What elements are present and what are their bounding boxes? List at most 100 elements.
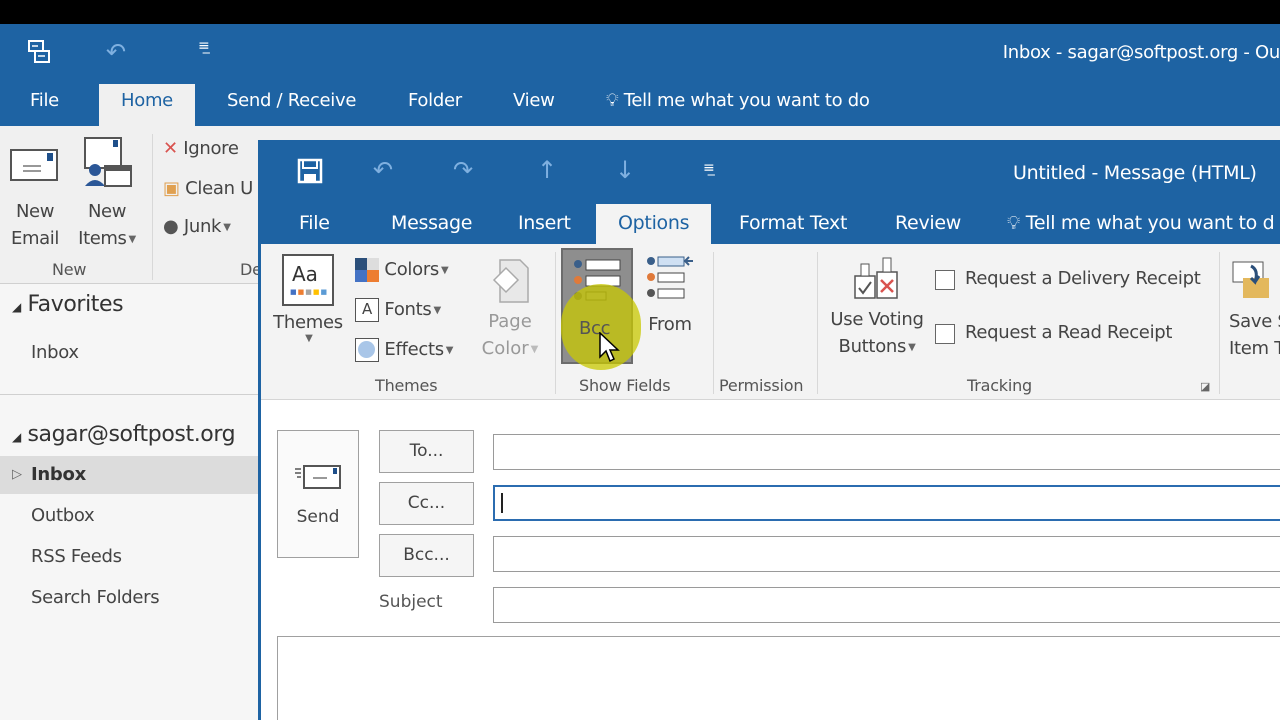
redo-icon[interactable]: ↷ [453, 156, 473, 184]
bcc-button[interactable]: Bcc... [379, 534, 474, 577]
folder-pane: ◢ Favorites Inbox ◢ sagar@softpost.org ▷… [0, 284, 258, 720]
undo-icon[interactable]: ↶ [373, 156, 393, 184]
junk-button[interactable]: ● Junk ▼ [163, 216, 231, 237]
ignore-button[interactable]: ✕ Ignore [163, 138, 239, 159]
group-label-tracking: Tracking [967, 376, 1033, 395]
dropdown-arrow-icon: ▼ [305, 333, 313, 344]
message-ribbon-tabs: File Message Insert Options Format Text … [261, 204, 1280, 244]
delivery-receipt-checkbox[interactable] [935, 270, 955, 290]
previous-item-icon[interactable]: ↑ [537, 156, 557, 184]
subject-field[interactable] [493, 587, 1280, 623]
themes-icon: Aa ■■■■■ [282, 254, 334, 306]
new-email-button[interactable]: New Email [6, 144, 64, 252]
tab-folder[interactable]: Folder [408, 90, 462, 111]
page-color-icon [477, 258, 543, 308]
subject-label: Subject [379, 592, 443, 612]
colors-button[interactable]: Colors ▼ [355, 258, 449, 282]
from-field-icon [641, 254, 699, 304]
tab-file[interactable]: File [299, 212, 330, 234]
group-label-show-fields: Show Fields [579, 376, 671, 395]
collapse-arrow-icon: ◢ [12, 430, 21, 444]
tab-home[interactable]: Home [99, 84, 195, 126]
tab-view[interactable]: View [513, 90, 555, 111]
envelope-icon [6, 144, 64, 198]
delivery-receipt-label[interactable]: Request a Delivery Receipt [965, 268, 1201, 289]
ribbon-separator [713, 252, 714, 394]
to-field[interactable] [493, 434, 1280, 470]
ribbon-separator [152, 134, 153, 280]
message-ribbon: Aa ■■■■■ Themes ▼ Colors ▼ A Fonts ▼ Effec… [261, 244, 1280, 400]
group-label-permission: Permission [719, 376, 804, 395]
page-color-button[interactable]: Page Color ▼ [477, 258, 543, 363]
dropdown-arrow-icon: ▼ [223, 221, 231, 233]
fonts-icon: A [355, 298, 379, 322]
mouse-cursor-icon [599, 331, 621, 368]
fonts-button[interactable]: A Fonts ▼ [355, 298, 441, 322]
save-sent-item-button[interactable]: Save S Item T [1229, 256, 1280, 362]
folder-outbox[interactable]: Outbox [0, 497, 258, 535]
themes-button[interactable]: Aa ■■■■■ Themes ▼ [273, 254, 343, 344]
send-envelope-icon [278, 463, 358, 495]
send-receive-all-icon[interactable] [26, 38, 54, 71]
cc-field[interactable] [493, 485, 1280, 521]
to-button[interactable]: To... [379, 430, 474, 473]
tab-message[interactable]: Message [391, 212, 472, 234]
undo-icon[interactable]: ↶ [106, 38, 126, 66]
folder-search-folders[interactable]: Search Folders [0, 579, 258, 617]
group-label-themes: Themes [375, 376, 438, 395]
send-button[interactable]: Send [277, 430, 359, 558]
favorites-inbox[interactable]: Inbox [0, 334, 258, 372]
tab-review[interactable]: Review [895, 212, 961, 234]
next-item-icon[interactable]: ↓ [615, 156, 635, 184]
clean-up-icon: ▣ [163, 178, 180, 199]
junk-icon: ● [163, 216, 179, 237]
ribbon-separator [555, 252, 556, 394]
tracking-dialog-launcher-icon[interactable]: ◪ [1200, 380, 1210, 393]
dropdown-arrow-icon: ▼ [441, 264, 449, 276]
message-window-title: Untitled - Message (HTML) [1013, 162, 1257, 184]
tab-insert[interactable]: Insert [518, 212, 571, 234]
read-receipt-label[interactable]: Request a Read Receipt [965, 322, 1172, 343]
main-titlebar: ↶ ≡̲ Inbox - sagar@softpost.org - Ou [0, 24, 1280, 78]
folder-rss-feeds[interactable]: RSS Feeds [0, 538, 258, 576]
from-toggle-button[interactable]: From [641, 254, 699, 335]
message-titlebar: ↶ ↷ ↑ ↓ ≡̲ Untitled - Message (HTML) [261, 140, 1280, 204]
clean-up-button[interactable]: ▣ Clean U [163, 178, 253, 199]
group-label-new: New [52, 260, 87, 279]
save-sent-item-icon [1229, 256, 1280, 308]
message-compose-window: ↶ ↷ ↑ ↓ ≡̲ Untitled - Message (HTML) Fil… [258, 140, 1280, 720]
bcc-field[interactable] [493, 536, 1280, 572]
tell-me-text: Tell me what you want to d [1025, 212, 1275, 234]
customize-qat-icon[interactable]: ≡̲ [198, 38, 210, 54]
main-window-title: Inbox - sagar@softpost.org - Ou [1002, 42, 1280, 63]
customize-qat-icon[interactable]: ≡̲ [703, 160, 715, 176]
use-voting-buttons-button[interactable]: Use Voting Buttons ▼ [827, 256, 927, 361]
read-receipt-checkbox[interactable] [935, 324, 955, 344]
account-header[interactable]: ◢ sagar@softpost.org [12, 422, 236, 447]
lightbulb-icon: 💡︎ [606, 90, 619, 111]
favorites-header[interactable]: ◢ Favorites [12, 292, 124, 317]
new-items-icon [72, 136, 142, 198]
cc-button[interactable]: Cc... [379, 482, 474, 525]
folder-inbox[interactable]: ▷ Inbox [0, 456, 258, 494]
dropdown-arrow-icon: ▼ [433, 304, 442, 316]
tell-me-box[interactable]: 💡︎ Tell me what you want to do [606, 90, 870, 111]
lightbulb-icon: 💡︎ [1007, 212, 1021, 234]
expand-arrow-icon[interactable]: ▷ [12, 456, 22, 494]
ignore-icon: ✕ [163, 138, 178, 159]
tell-me-box[interactable]: 💡︎ Tell me what you want to d [1007, 212, 1275, 234]
ribbon-separator [817, 252, 818, 394]
tab-format-text[interactable]: Format Text [739, 212, 847, 234]
tab-options[interactable]: Options [596, 204, 712, 244]
nav-divider [0, 394, 258, 395]
main-ribbon-tabs: File Home Send / Receive Folder View 💡︎ … [0, 78, 1280, 126]
colors-icon [355, 258, 379, 282]
tab-file[interactable]: File [30, 90, 59, 111]
dropdown-arrow-icon: ▼ [128, 233, 137, 245]
save-icon[interactable] [297, 158, 323, 190]
effects-button[interactable]: Effects ▼ [355, 338, 453, 362]
new-items-button[interactable]: New Items ▼ [72, 136, 142, 253]
tab-send-receive[interactable]: Send / Receive [227, 90, 356, 111]
message-body[interactable] [277, 636, 1280, 720]
effects-icon [355, 338, 379, 362]
